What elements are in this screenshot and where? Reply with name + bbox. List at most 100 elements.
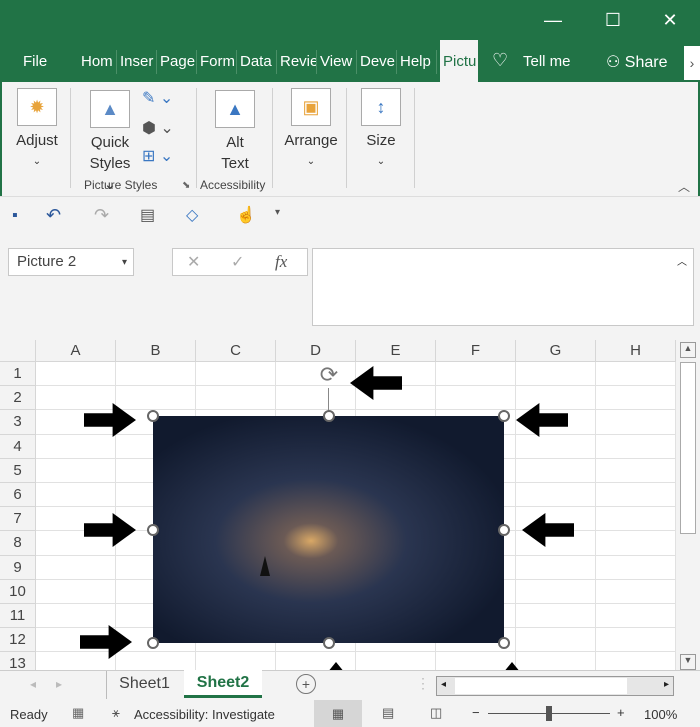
alt-text-button[interactable]: ▲ Alt Text [210, 90, 260, 174]
shapes-icon[interactable]: ◇ [186, 205, 198, 225]
column-header[interactable]: E [356, 340, 436, 362]
column-header[interactable]: B [116, 340, 196, 362]
person-icon: ⚇ [606, 54, 625, 71]
redo-icon[interactable]: ↷ [94, 205, 109, 226]
resize-handle[interactable] [323, 410, 335, 422]
column-header[interactable]: G [516, 340, 596, 362]
sheet-tab-sheet1[interactable]: Sheet1 [106, 671, 182, 699]
picture-layout-icon[interactable]: ⊞ ⌄ [142, 146, 173, 166]
tab-formulas[interactable]: Form [197, 50, 237, 74]
row-header[interactable]: 7 [0, 507, 36, 532]
maximize-button[interactable]: ☐ [598, 8, 628, 32]
touch-mode-icon[interactable]: ☝ [236, 205, 256, 225]
resize-handle[interactable] [498, 410, 510, 422]
name-box[interactable]: Picture 2 ▾ [8, 248, 134, 276]
save-icon[interactable]: ▪ [12, 207, 18, 225]
tab-insert[interactable]: Inser [117, 50, 157, 74]
resize-handle[interactable] [147, 637, 159, 649]
row-header[interactable]: 2 [0, 386, 36, 411]
horizontal-scroll-thumb[interactable] [455, 678, 627, 694]
zoom-in-button[interactable]: + [617, 705, 625, 720]
column-header[interactable]: D [276, 340, 356, 362]
row-header[interactable]: 8 [0, 531, 36, 556]
zoom-slider-thumb[interactable] [546, 706, 552, 721]
next-sheet-icon[interactable]: ▸ [56, 677, 62, 691]
row-header[interactable]: 11 [0, 604, 36, 629]
tell-me-search[interactable]: Tell me [520, 50, 574, 74]
undo-icon[interactable]: ↶ [46, 205, 61, 226]
resize-handle[interactable] [498, 524, 510, 536]
scroll-down-icon[interactable]: ▼ [680, 654, 696, 670]
scroll-left-icon[interactable]: ◂ [441, 679, 446, 690]
customize-qat-icon[interactable]: ▾ [275, 207, 280, 218]
macro-record-icon[interactable]: ▦ [72, 705, 84, 721]
row-header[interactable]: 12 [0, 628, 36, 653]
picture-border-icon[interactable]: ✎ ⌄ [142, 88, 173, 108]
rotate-handle-icon[interactable]: ⟳ [316, 362, 342, 388]
divider [272, 88, 273, 188]
column-header[interactable]: F [436, 340, 516, 362]
sheet-tab-sheet2[interactable]: Sheet2 [184, 670, 262, 698]
row-header[interactable]: 4 [0, 434, 36, 459]
prev-sheet-icon[interactable]: ◂ [30, 677, 36, 691]
resize-handle[interactable] [147, 524, 159, 536]
column-header[interactable]: A [36, 340, 116, 362]
cancel-icon[interactable]: ✕ [187, 252, 200, 272]
row-header[interactable]: 1 [0, 362, 36, 387]
tab-file[interactable]: File [20, 50, 60, 74]
collapse-ribbon-icon[interactable]: ︿ [678, 178, 690, 195]
adjust-button[interactable]: ✹ Adjust ⌄ [12, 88, 62, 172]
split-handle[interactable]: ⋮ [416, 675, 430, 692]
selected-picture-night-sky-sailboat[interactable] [153, 416, 504, 643]
horizontal-scrollbar[interactable]: ◂ ▸ [436, 676, 674, 696]
page-layout-view-button[interactable]: ▤ [382, 705, 394, 721]
form-icon[interactable]: ▤ [140, 205, 155, 225]
page-break-preview-button[interactable]: ◫ [430, 705, 442, 721]
accessibility-status[interactable]: Accessibility: Investigate [134, 707, 275, 722]
size-button[interactable]: ↕ Size ⌄ [358, 88, 404, 172]
tab-page-layout[interactable]: Page [157, 50, 197, 74]
gridline [515, 362, 516, 670]
minimize-button[interactable]: — [538, 8, 568, 32]
tab-data[interactable]: Data [237, 50, 277, 74]
row-header[interactable]: 5 [0, 458, 36, 483]
resize-handle[interactable] [498, 637, 510, 649]
tab-view[interactable]: View [317, 50, 357, 74]
scroll-up-icon[interactable]: ▲ [680, 342, 696, 358]
annotation-arrow [84, 403, 136, 437]
gridline [36, 651, 676, 653]
tab-home[interactable]: Hom [78, 50, 117, 74]
row-header[interactable]: 6 [0, 483, 36, 508]
normal-view-button[interactable]: ▦ [314, 700, 362, 727]
share-button[interactable]: ⚇ Share [606, 52, 668, 72]
tab-review[interactable]: Revie [277, 50, 317, 74]
tab-picture-format[interactable]: Pictu [440, 40, 478, 82]
row-header[interactable]: 9 [0, 555, 36, 580]
column-header[interactable]: C [196, 340, 276, 362]
close-button[interactable]: ✕ [655, 8, 685, 32]
dialog-launcher-icon[interactable]: ⬊ [182, 180, 190, 191]
picture-effects-icon[interactable]: ⬢ ⌄ [142, 118, 174, 138]
row-header[interactable]: 10 [0, 579, 36, 604]
new-sheet-button[interactable]: + [296, 674, 316, 694]
enter-icon[interactable]: ✓ [231, 252, 244, 272]
insert-function-button[interactable]: fx [275, 252, 287, 272]
formula-input[interactable]: ︿ [312, 248, 694, 326]
vertical-scroll-thumb[interactable] [680, 362, 696, 534]
tab-developer[interactable]: Deve [357, 50, 397, 74]
title-bar: — ☐ ✕ [0, 0, 700, 40]
arrange-button[interactable]: ▣ Arrange ⌄ [282, 88, 340, 172]
scroll-right-icon[interactable]: ▸ [664, 679, 669, 690]
resize-handle[interactable] [147, 410, 159, 422]
select-all-corner[interactable] [0, 340, 36, 362]
zoom-out-button[interactable]: − [472, 705, 480, 720]
column-header[interactable]: H [596, 340, 676, 362]
group-label-accessibility: Accessibility [200, 178, 266, 192]
scroll-tabs-right[interactable]: › [684, 46, 700, 80]
resize-handle[interactable] [323, 637, 335, 649]
zoom-level[interactable]: 100% [644, 707, 677, 722]
tab-help[interactable]: Help [397, 50, 437, 74]
vertical-scrollbar[interactable]: ▲ ▼ [676, 340, 700, 670]
row-header[interactable]: 3 [0, 410, 36, 435]
gridline [595, 362, 596, 670]
